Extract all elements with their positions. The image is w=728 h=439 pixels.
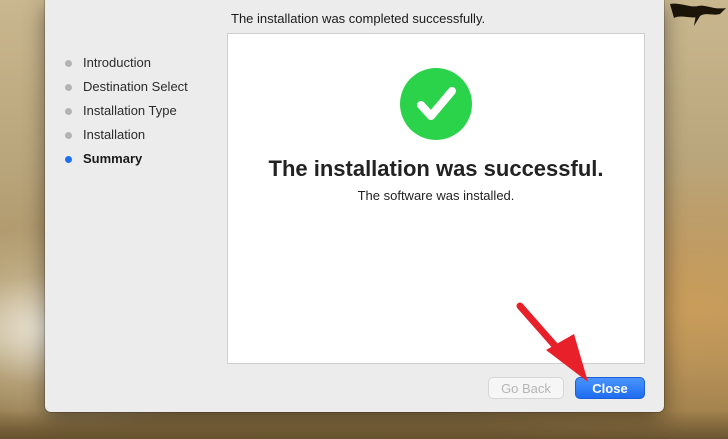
success-title: The installation was successful.: [268, 156, 604, 181]
step-label: Summary: [83, 151, 143, 166]
step-label: Installation Type: [83, 103, 177, 118]
step-dot-icon: [65, 132, 72, 139]
step-dot-active-icon: [65, 156, 72, 163]
checkmark-circle-icon: [400, 68, 472, 140]
step-summary: Summary: [63, 148, 188, 172]
success-subtitle: The software was installed.: [357, 188, 515, 203]
step-dot-icon: [65, 84, 72, 91]
step-list: Introduction Destination Select Installa…: [63, 52, 188, 172]
page-header: The installation was completed successfu…: [231, 11, 486, 26]
step-dot-icon: [65, 108, 72, 115]
step-label: Destination Select: [83, 79, 188, 94]
desktop-wallpaper: [0, 410, 728, 439]
step-dot-icon: [65, 60, 72, 67]
step-installation: Installation: [63, 124, 188, 148]
step-destination-select: Destination Select: [63, 76, 188, 100]
wallpaper-bird-icon: [670, 3, 726, 26]
step-introduction: Introduction: [63, 52, 188, 76]
step-label: Introduction: [83, 55, 151, 70]
step-label: Installation: [83, 127, 146, 142]
step-installation-type: Installation Type: [63, 100, 188, 124]
annotation-arrow-icon: [516, 302, 588, 382]
